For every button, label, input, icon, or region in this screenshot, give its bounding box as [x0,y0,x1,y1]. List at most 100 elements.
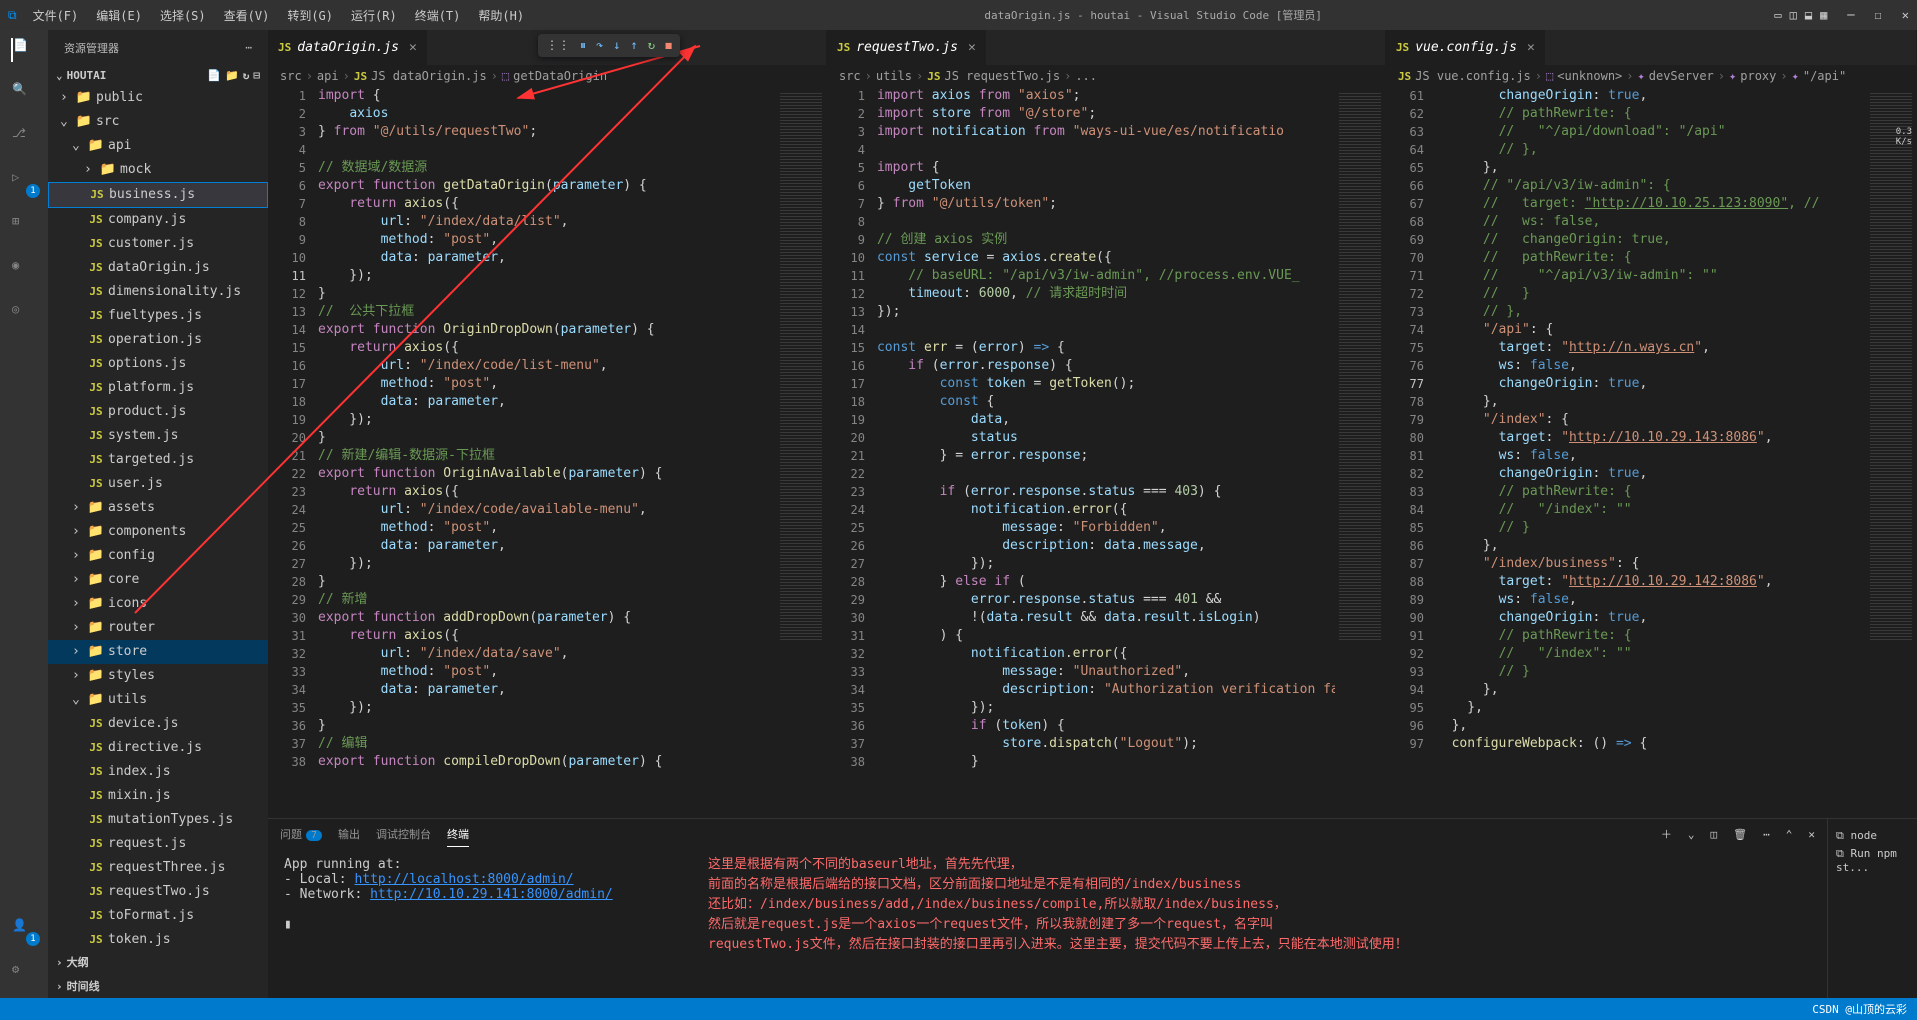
split-terminal-icon[interactable]: ◫ [1711,828,1718,841]
collapse-icon[interactable]: ⊟ [253,69,260,82]
file-tree[interactable]: ›📁public⌄📁src⌄📁api›📁mockJSbusiness.jsJSc… [48,86,268,950]
folder-item[interactable]: ›📁icons [48,592,268,616]
file-item[interactable]: JScompany.js [48,208,268,232]
restart-icon[interactable]: ↻ [648,38,655,53]
tab-problems[interactable]: 问题7 [280,822,322,846]
file-item[interactable]: JStoFormat.js [48,904,268,928]
file-item[interactable]: JScustomer.js [48,232,268,256]
tab-terminal[interactable]: 终端 [447,822,469,847]
file-item[interactable]: JSoptions.js [48,352,268,376]
minimize-icon[interactable]: ─ [1847,8,1854,22]
new-terminal-icon[interactable]: ＋ [1661,826,1672,842]
menu-run[interactable]: 运行(R) [343,3,405,28]
terminal-instance-node[interactable]: ⧉ node [1836,827,1909,845]
folder-item[interactable]: ›📁public [48,86,268,110]
kill-terminal-icon[interactable]: 🗑 [1733,828,1747,841]
terminal-dropdown-icon[interactable]: ⌄ [1688,828,1695,841]
file-item[interactable]: JSdataOrigin.js [48,256,268,280]
file-item[interactable]: JSdirective.js [48,736,268,760]
explorer-icon[interactable]: 📄 [11,38,35,62]
breadcrumb-2[interactable]: src› utils› JS JS requestTwo.js› ... [827,65,1385,87]
folder-item[interactable]: ›📁components [48,520,268,544]
file-item[interactable]: JSproduct.js [48,400,268,424]
file-item[interactable]: JSdimensionality.js [48,280,268,304]
file-item[interactable]: JSrequestTwo.js [48,880,268,904]
tab-output[interactable]: 输出 [338,822,360,846]
layout-icon[interactable]: ▭ [1774,8,1781,22]
maximize-icon[interactable]: ☐ [1875,8,1882,22]
close-panel-icon[interactable]: ✕ [1808,828,1815,841]
folder-item[interactable]: ›📁store [48,640,268,664]
menu-file[interactable]: 文件(F) [25,3,87,28]
timeline-section[interactable]: ›时间线 [48,974,268,998]
folder-root[interactable]: ⌄ HOUTAI 📄 📁 ↻ ⊟ [48,65,268,86]
stop-icon[interactable]: ◼ [665,38,672,53]
file-item[interactable]: JSrequestThree.js [48,856,268,880]
target-icon[interactable]: ◎ [12,302,36,326]
folder-item[interactable]: ⌄📁utils [48,688,268,712]
maximize-panel-icon[interactable]: ⌃ [1786,828,1793,841]
step-out-icon[interactable]: ↑ [630,38,637,53]
folder-item[interactable]: ›📁mock [48,158,268,182]
menu-terminal[interactable]: 终端(T) [407,3,469,28]
terminal-instance-npm[interactable]: ⧉ Run npm st... [1836,845,1909,876]
file-item[interactable]: JSindex.js [48,760,268,784]
account-icon[interactable]: 👤1 [12,918,36,942]
step-into-icon[interactable]: ↓ [613,38,620,53]
menu-view[interactable]: 查看(V) [216,3,278,28]
new-folder-icon[interactable]: 📁 [225,69,239,82]
menu-edit[interactable]: 编辑(E) [88,3,150,28]
file-item[interactable]: JSbusiness.js [48,182,268,208]
layout-icon[interactable]: ▦ [1820,8,1827,22]
sidebar-more-icon[interactable]: ⋯ [245,41,252,54]
copilot-icon[interactable]: ◉ [12,258,36,282]
extensions-icon[interactable]: ⊞ [12,214,36,238]
close-icon[interactable]: ✕ [968,40,976,55]
tab-vueconfig[interactable]: JS vue.config.js ✕ [1386,30,1546,65]
close-icon[interactable]: ✕ [1527,40,1535,55]
close-icon[interactable]: ✕ [409,40,417,55]
tab-dataorigin[interactable]: JS dataOrigin.js ✕ [268,30,428,65]
breadcrumb-3[interactable]: JS JS vue.config.js› ⬚ <unknown>› ✦ devS… [1386,65,1916,87]
file-item[interactable]: JSmixin.js [48,784,268,808]
more-icon[interactable]: ⋯ [1763,828,1770,841]
folder-item[interactable]: ⌄📁api [48,134,268,158]
tab-debug-console[interactable]: 调试控制台 [376,822,431,846]
menu-select[interactable]: 选择(S) [152,3,214,28]
file-item[interactable]: JSdevice.js [48,712,268,736]
settings-icon[interactable]: ⚙ [12,962,36,986]
close-icon[interactable]: ✕ [1902,8,1909,22]
terminal-body[interactable]: App running at: - Local: http://localhos… [268,849,1827,998]
drag-handle-icon[interactable]: ⋮⋮ [546,38,570,53]
layout-icon[interactable]: ◫ [1790,8,1797,22]
file-item[interactable]: JSoperation.js [48,328,268,352]
folder-item[interactable]: ›📁router [48,616,268,640]
run-debug-icon[interactable]: ▷1 [12,170,36,194]
file-item[interactable]: JSuser.js [48,472,268,496]
pause-icon[interactable]: ⏸ [580,38,586,53]
source-control-icon[interactable]: ⎇ [12,126,36,150]
folder-item[interactable]: ⌄📁src [48,110,268,134]
step-over-icon[interactable]: ↷ [596,38,603,53]
file-item[interactable]: JStoken.js [48,928,268,950]
tab-requesttwo[interactable]: JS requestTwo.js ✕ [827,30,987,65]
file-item[interactable]: JSrequest.js [48,832,268,856]
search-icon[interactable]: 🔍 [12,82,36,106]
folder-item[interactable]: ›📁core [48,568,268,592]
file-item[interactable]: JSplatform.js [48,376,268,400]
menu-help[interactable]: 帮助(H) [470,3,532,28]
file-item[interactable]: JSfueltypes.js [48,304,268,328]
folder-item[interactable]: ›📁config [48,544,268,568]
file-item[interactable]: JSmutationTypes.js [48,808,268,832]
folder-item[interactable]: ›📁assets [48,496,268,520]
refresh-icon[interactable]: ↻ [243,69,250,82]
menu-go[interactable]: 转到(G) [279,3,341,28]
file-item[interactable]: JStargeted.js [48,448,268,472]
outline-section[interactable]: ›大纲 [48,950,268,974]
new-file-icon[interactable]: 📄 [207,69,221,82]
breadcrumb-1[interactable]: src› api› JS JS dataOrigin.js› ⬚ getData… [268,65,826,87]
debug-toolbar[interactable]: ⋮⋮ ⏸ ↷ ↓ ↑ ↻ ◼ [538,34,680,57]
layout-icon[interactable]: ⬓ [1805,8,1812,22]
folder-item[interactable]: ›📁styles [48,664,268,688]
file-item[interactable]: JSsystem.js [48,424,268,448]
